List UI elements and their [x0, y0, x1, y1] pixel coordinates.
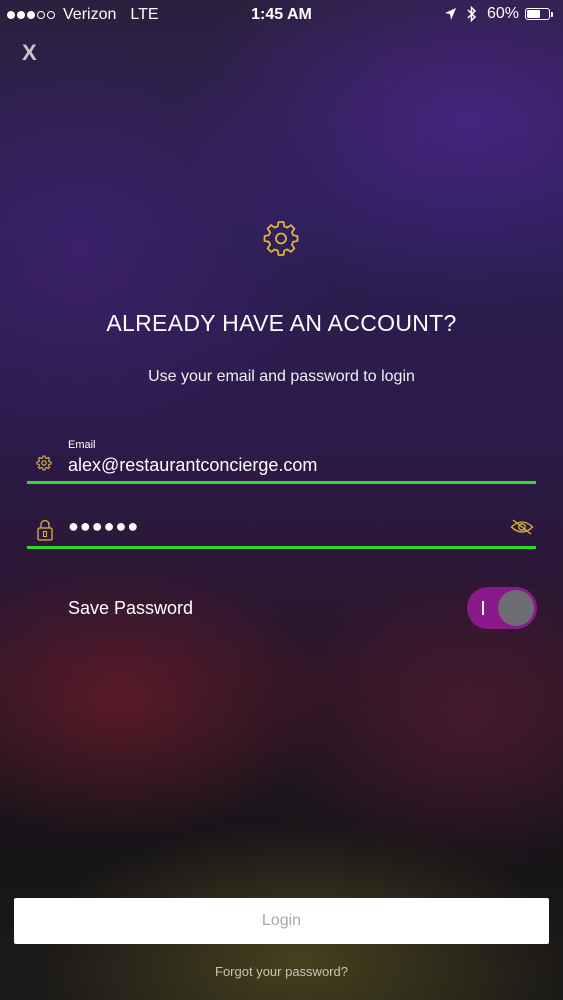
- save-password-label: Save Password: [68, 598, 194, 618]
- close-button[interactable]: X: [22, 42, 42, 64]
- email-underline: [27, 481, 536, 484]
- forgot-password-link[interactable]: Forgot your password?: [0, 964, 563, 979]
- battery-fill: [527, 10, 540, 18]
- toggle-knob[interactable]: [498, 590, 534, 626]
- gear-icon: [36, 455, 52, 471]
- email-field[interactable]: [68, 453, 528, 477]
- subtitle: Use your email and password to login: [148, 368, 415, 385]
- gear-icon: [263, 221, 299, 256]
- status-bar: Verizon LTE 1:45 AM 60%: [0, 0, 563, 30]
- bluetooth-icon: [467, 5, 477, 23]
- password-underline: [27, 546, 536, 549]
- login-screen: Verizon LTE 1:45 AM 60% X ALREADY HAVE A…: [0, 0, 563, 1000]
- battery-percent: 60%: [486, 5, 519, 22]
- battery-icon: [525, 8, 550, 20]
- status-right: 60%: [444, 5, 553, 23]
- location-arrow-icon: [444, 8, 456, 20]
- lock-icon: [37, 519, 53, 541]
- toggle-on-indicator: [482, 601, 484, 615]
- eye-slash-icon[interactable]: [510, 518, 534, 536]
- password-field[interactable]: ●●●●●●: [68, 516, 139, 537]
- battery-tip: [551, 11, 553, 17]
- email-label: Email: [68, 439, 96, 451]
- login-button[interactable]: Login: [14, 898, 549, 944]
- save-password-toggle[interactable]: [467, 587, 537, 629]
- page-title: ALREADY HAVE AN ACCOUNT?: [106, 310, 457, 336]
